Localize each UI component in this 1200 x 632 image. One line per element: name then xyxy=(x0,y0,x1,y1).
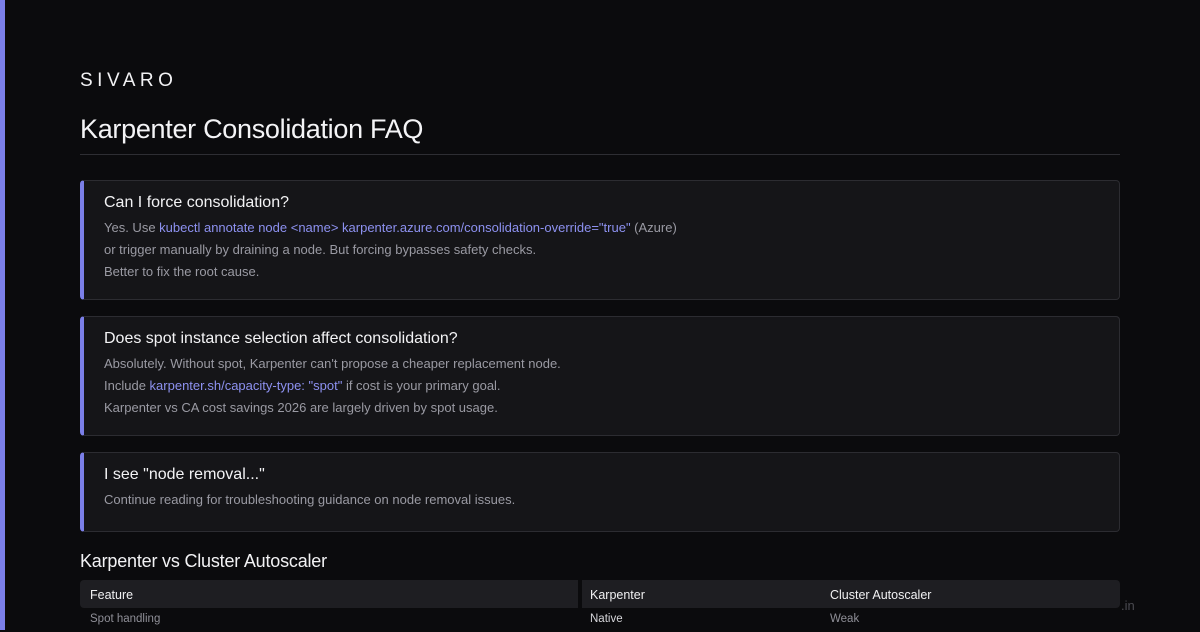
faq-answer-line: Yes. Use kubectl annotate node <name> ka… xyxy=(104,217,1099,239)
faq-card-force-consolidation: Can I force consolidation? Yes. Use kube… xyxy=(80,180,1120,300)
faq-answer-line: Karpenter vs CA cost savings 2026 are la… xyxy=(104,397,1099,419)
table-header-row: Feature Karpenter Cluster Autoscaler xyxy=(80,580,1120,608)
answer-text: or trigger manually by draining a node. … xyxy=(104,242,537,257)
faq-answer-line: Better to fix the root cause. xyxy=(104,261,1099,283)
faq-question: Can I force consolidation? xyxy=(104,194,289,211)
answer-text: (Azure) xyxy=(630,220,677,235)
answer-text: Better to fix the root cause. xyxy=(104,264,260,279)
answer-text: Absolutely. Without spot, Karpenter can'… xyxy=(104,356,561,371)
faq-answer-line: Include karpenter.sh/capacity-type: "spo… xyxy=(104,375,1099,397)
inline-code: kubectl annotate node <name> karpenter.a… xyxy=(159,220,631,235)
table-header-cluster-autoscaler: Cluster Autoscaler xyxy=(830,588,932,602)
answer-text: Karpenter vs CA cost savings 2026 are la… xyxy=(104,400,498,415)
table-cell-karpenter: Native xyxy=(590,613,623,625)
faq-answer-line: or trigger manually by draining a node. … xyxy=(104,239,1099,261)
faq-answer: Absolutely. Without spot, Karpenter can'… xyxy=(104,353,1099,419)
answer-text: Yes. Use xyxy=(104,220,160,235)
table-cell-cluster-autoscaler: Weak xyxy=(830,613,860,625)
answer-text: if cost is your primary goal. xyxy=(342,378,501,393)
page-title: Karpenter Consolidation FAQ xyxy=(80,114,424,144)
table-header-feature: Feature xyxy=(90,588,134,602)
faq-answer: Continue reading for troubleshooting gui… xyxy=(104,489,1099,511)
faq-answer-line: Absolutely. Without spot, Karpenter can'… xyxy=(104,353,1099,375)
answer-text: Include xyxy=(104,378,150,393)
faq-card-node-removal: I see "node removal..." Continue reading… xyxy=(80,452,1120,532)
table-row: Spot handling Native Weak xyxy=(80,608,1120,632)
faq-question: Does spot instance selection affect cons… xyxy=(104,330,458,347)
faq-card-spot-selection: Does spot instance selection affect cons… xyxy=(80,316,1120,436)
inline-code: karpenter.sh/capacity-type: "spot" xyxy=(149,378,343,393)
brand-logo-text: SIVARO xyxy=(80,70,178,91)
faq-answer: Yes. Use kubectl annotate node <name> ka… xyxy=(104,217,1099,283)
footer-domain-fragment: .in xyxy=(1121,598,1135,613)
title-divider xyxy=(80,154,1120,155)
faq-question: I see "node removal..." xyxy=(104,466,265,483)
left-accent-bar xyxy=(0,0,5,630)
table-column-gap xyxy=(578,580,582,608)
faq-answer-line: Continue reading for troubleshooting gui… xyxy=(104,489,1099,511)
comparison-section-title: Karpenter vs Cluster Autoscaler xyxy=(80,551,327,571)
comparison-table: Feature Karpenter Cluster Autoscaler Spo… xyxy=(80,580,1120,632)
answer-text: Continue reading for troubleshooting gui… xyxy=(104,492,516,507)
table-cell-feature: Spot handling xyxy=(90,613,161,625)
table-header-karpenter: Karpenter xyxy=(590,588,645,602)
